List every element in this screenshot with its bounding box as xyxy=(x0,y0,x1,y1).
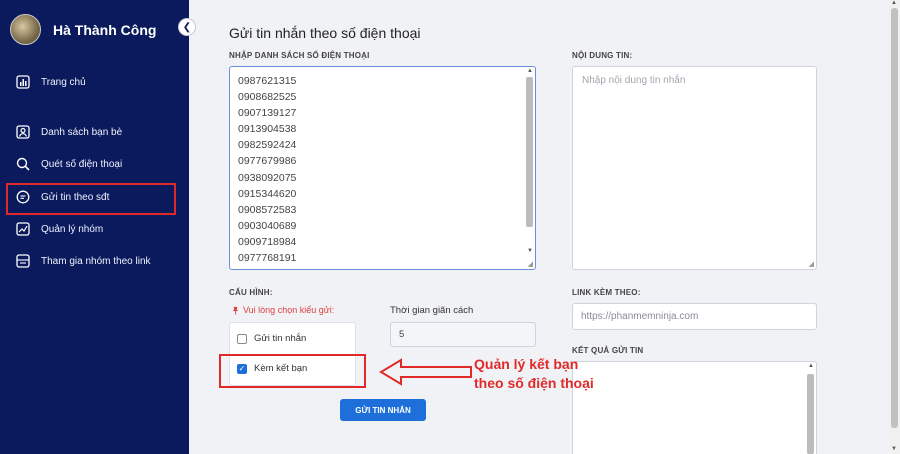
trend-icon xyxy=(16,222,30,236)
sidebar-item-friends[interactable]: Danh sách bạn bè xyxy=(16,125,122,139)
scroll-up-icon[interactable]: ▲ xyxy=(808,363,814,369)
sidebar: Hà Thành Công Trang chủ Danh sách bạn bè… xyxy=(0,0,189,454)
sidebar-item-label: Danh sách bạn bè xyxy=(41,126,123,138)
option-send-message[interactable]: Gửi tin nhắn xyxy=(237,333,306,344)
interval-input[interactable]: 5 xyxy=(390,322,536,347)
page-title: Gửi tin nhắn theo số điện thoại xyxy=(229,25,421,41)
phone-number: 0938092075 xyxy=(238,171,297,184)
main-content: Gửi tin nhắn theo số điện thoại NHẬP DAN… xyxy=(189,0,889,454)
annotation-line-2: theo số điện thoại xyxy=(474,375,594,391)
user-name: Hà Thành Công xyxy=(53,21,157,38)
resize-handle-icon[interactable]: ◢ xyxy=(528,260,533,268)
scroll-up-icon[interactable]: ▲ xyxy=(891,0,897,6)
phone-number: 0903040689 xyxy=(238,219,297,232)
result-scrollbar[interactable] xyxy=(807,374,814,454)
scroll-up-icon[interactable]: ▲ xyxy=(527,68,533,74)
phone-number: 0908682525 xyxy=(238,91,297,104)
link-label: LINK KÈM THEO: xyxy=(572,288,641,297)
sidebar-item-label: Quản lý nhóm xyxy=(41,223,104,235)
user-icon xyxy=(16,125,30,139)
link-input[interactable]: https://phanmemninja.com xyxy=(572,303,817,330)
avatar[interactable] xyxy=(10,14,41,45)
annotation-text: Quản lý kết bạn theo số điện thoại xyxy=(474,355,594,393)
checkbox-send-message[interactable] xyxy=(237,333,247,344)
message-box-icon xyxy=(16,254,30,268)
send-message-button[interactable]: GỬI TIN NHẮN xyxy=(340,399,426,421)
phone-number: 0913904538 xyxy=(238,123,297,136)
pin-icon xyxy=(232,306,239,315)
phone-number: 0908572583 xyxy=(238,203,297,216)
phone-number: 0977768191 xyxy=(238,252,297,265)
message-content-textarea[interactable]: Nhập nội dung tin nhắn ◢ xyxy=(572,66,817,270)
option-label: Gửi tin nhắn xyxy=(254,333,307,344)
phone-list: 0987621315 0908682525 0907139127 0913904538… xyxy=(238,73,296,266)
config-label: CẤU HÌNH: xyxy=(229,288,273,297)
phone-number: 0987621315 xyxy=(238,75,297,87)
phone-list-scrollbar[interactable] xyxy=(526,77,533,227)
phone-list-textarea[interactable]: 0987621315 0908682525 0907139127 0913904538… xyxy=(229,66,536,270)
phone-number: 0982592424 xyxy=(238,139,297,152)
send-type-warning: Vui lòng chọn kiểu gửi: xyxy=(231,305,334,315)
chart-bar-icon xyxy=(16,75,30,89)
search-icon xyxy=(16,157,30,171)
scroll-down-icon[interactable]: ▼ xyxy=(891,446,897,452)
option-highlight-box xyxy=(219,354,366,388)
result-label: KẾT QUẢ GỬI TIN xyxy=(572,346,644,355)
phone-number: 0909718984 xyxy=(238,235,297,248)
annotation-line-1: Quản lý kết bạn xyxy=(474,356,579,372)
warning-text: Vui lòng chọn kiểu gửi: xyxy=(243,305,335,315)
chevron-left-icon[interactable]: ❮ xyxy=(178,18,196,36)
scroll-down-icon[interactable]: ▼ xyxy=(527,248,533,254)
content-label: NỘI DUNG TIN: xyxy=(572,51,633,60)
arrow-icon xyxy=(379,358,472,386)
sidebar-item-label: Trang chủ xyxy=(41,76,86,88)
sidebar-item-label: Quét số điện thoại xyxy=(41,158,123,170)
phone-number: 0915344620 xyxy=(238,187,297,200)
phone-number: 0977679986 xyxy=(238,155,297,168)
result-textarea[interactable]: ▲ xyxy=(572,361,817,454)
sidebar-header: Hà Thành Công xyxy=(10,14,156,45)
phone-number: 0907139127 xyxy=(238,107,297,120)
interval-label: Thời gian giãn cách xyxy=(390,305,474,316)
resize-handle-icon[interactable]: ◢ xyxy=(809,260,814,268)
sidebar-item-scan-phone[interactable]: Quét số điện thoại xyxy=(16,157,122,171)
sidebar-item-home[interactable]: Trang chủ xyxy=(16,75,86,89)
sidebar-item-join-group-link[interactable]: Tham gia nhóm theo link xyxy=(16,254,151,268)
window-scroll-thumb[interactable] xyxy=(891,8,898,428)
message-content-placeholder: Nhập nội dung tin nhắn xyxy=(582,75,686,86)
sidebar-item-groups[interactable]: Quản lý nhóm xyxy=(16,222,103,236)
phone-list-label: NHẬP DANH SÁCH SỐ ĐIỆN THOẠI xyxy=(229,51,370,60)
sidebar-item-label: Tham gia nhóm theo link xyxy=(41,255,151,267)
window-scrollbar[interactable]: ▲ ▼ xyxy=(889,0,900,454)
nav-highlight-box xyxy=(6,183,176,215)
